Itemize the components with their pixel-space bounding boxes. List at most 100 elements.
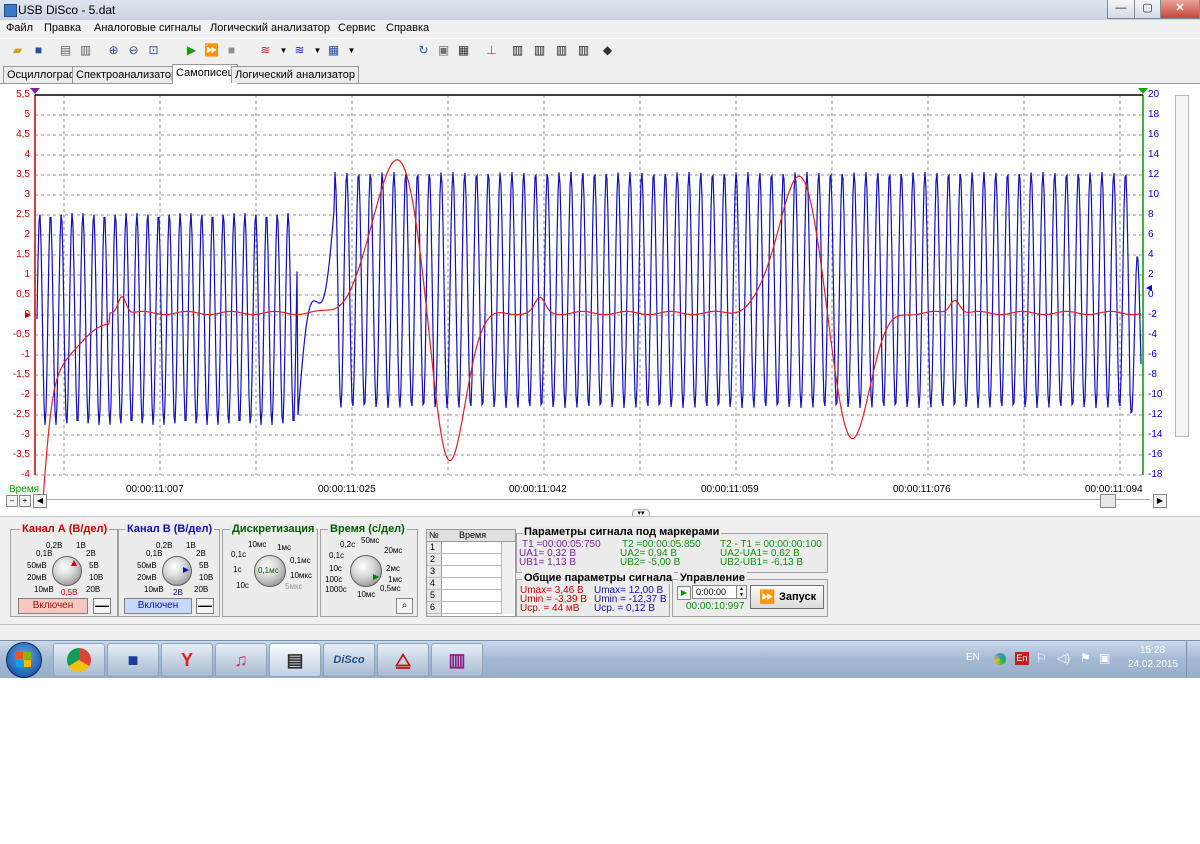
channel-b-wave-icon[interactable]: ≋ bbox=[292, 43, 307, 58]
table-row[interactable]: 2 bbox=[427, 554, 501, 566]
network-globe-icon[interactable] bbox=[994, 653, 1006, 665]
zoom-fit-icon[interactable]: ⊡ bbox=[146, 43, 161, 58]
row-number: 4 bbox=[430, 578, 436, 588]
marker-t1-icon[interactable] bbox=[30, 88, 40, 94]
minimize-button[interactable]: — bbox=[1107, 0, 1135, 19]
keyboard-layout-icon[interactable]: En bbox=[1015, 652, 1029, 665]
horizontal-scrollbar[interactable]: – + ◀ ▶ bbox=[6, 493, 1167, 508]
clock-date[interactable]: 24.02.2015 bbox=[1128, 659, 1178, 670]
fast-forward-icon[interactable]: ⏩ bbox=[204, 43, 219, 58]
scroll-right-button[interactable]: ▶ bbox=[1153, 494, 1167, 508]
tab-oscilloscope[interactable]: Осциллограф bbox=[3, 66, 82, 83]
table-row[interactable]: 1 bbox=[427, 542, 501, 554]
winrar-icon[interactable]: ▥ bbox=[431, 643, 483, 677]
show-desktop-button[interactable] bbox=[1186, 641, 1200, 677]
start-button[interactable]: ⏩ Запуск bbox=[750, 585, 824, 609]
yandex-browser-icon[interactable]: Y bbox=[161, 643, 213, 677]
zoom-search-icon[interactable]: ⌕ bbox=[396, 598, 413, 614]
menu-analog-signals[interactable]: Аналоговые сигналы bbox=[94, 22, 201, 34]
itunes-icon[interactable]: ♫ bbox=[215, 643, 267, 677]
volume-icon[interactable]: ◁) bbox=[1057, 651, 1070, 665]
timer-toggle-icon[interactable]: ▶ bbox=[677, 586, 691, 600]
close-button[interactable]: ✕ bbox=[1160, 0, 1200, 19]
action-center-icon[interactable]: ⚐ bbox=[1036, 651, 1047, 665]
menu-help[interactable]: Справка bbox=[386, 22, 429, 34]
timer-spinner[interactable]: ▲ ▼ bbox=[736, 585, 747, 599]
chevron-down-icon[interactable]: ▼ bbox=[276, 43, 291, 58]
channel-b-zero-marker-icon[interactable] bbox=[1146, 285, 1152, 291]
general-params-title: Общие параметры сигнала bbox=[522, 572, 675, 584]
channel-a-knob[interactable] bbox=[52, 556, 82, 586]
screenshot-icon[interactable]: ▣ bbox=[436, 43, 451, 58]
knob-label: 1000с bbox=[325, 585, 347, 594]
terminal-app-icon[interactable]: ▤ bbox=[269, 643, 321, 677]
channel-a-enable-button[interactable]: Включен bbox=[18, 598, 88, 614]
refresh-icon[interactable]: ↻ bbox=[416, 43, 431, 58]
table-row[interactable]: 3 bbox=[427, 566, 501, 578]
chevron-down-icon[interactable]: ▼ bbox=[310, 43, 325, 58]
timebase-knob[interactable] bbox=[350, 555, 382, 587]
logic-channel-1-icon[interactable]: ▥ bbox=[510, 43, 525, 58]
flag-icon[interactable]: ⚑ bbox=[1080, 651, 1091, 665]
clock-time[interactable]: 15:28 bbox=[1140, 645, 1165, 656]
table-row[interactable]: 6 bbox=[427, 602, 501, 614]
scroll-track[interactable] bbox=[47, 499, 1150, 500]
tab-spectrum-analyzer[interactable]: Спектроанализатор bbox=[72, 66, 182, 83]
channel-b-knob[interactable] bbox=[162, 556, 192, 586]
disco-app-icon[interactable]: DiSco bbox=[323, 643, 375, 677]
play-icon[interactable]: ▶ bbox=[184, 43, 199, 58]
scroll-thumb[interactable] bbox=[1100, 494, 1116, 508]
zoom-in-icon[interactable]: ⊕ bbox=[106, 43, 121, 58]
marker-t2-icon[interactable] bbox=[1138, 88, 1148, 94]
knob-label: 50мВ bbox=[137, 561, 157, 570]
channel-b-enable-button[interactable]: Включен bbox=[124, 598, 192, 614]
zoom-out-icon[interactable]: ⊖ bbox=[126, 43, 141, 58]
stop-icon[interactable]: ■ bbox=[224, 43, 239, 58]
logic-channel-3-icon[interactable]: ▥ bbox=[554, 43, 569, 58]
pdf-reader-icon[interactable]: ⧋ bbox=[377, 643, 429, 677]
timer-input[interactable]: 0:00:00 bbox=[692, 585, 741, 599]
start-button[interactable] bbox=[6, 642, 42, 678]
marker-table[interactable]: № Время 1 2 3 4 5 6 bbox=[426, 529, 516, 617]
chevron-down-icon[interactable]: ▼ bbox=[344, 43, 359, 58]
tab-logic-analyzer[interactable]: Логический анализатор bbox=[231, 66, 359, 83]
calculator-icon[interactable]: ▦ bbox=[326, 43, 341, 58]
zoom-in-time-button[interactable]: + bbox=[19, 495, 31, 507]
table-row[interactable]: 5 bbox=[427, 590, 501, 602]
menu-edit[interactable]: Правка bbox=[44, 22, 81, 34]
table-row[interactable]: 4 bbox=[427, 578, 501, 590]
language-indicator[interactable]: EN bbox=[966, 652, 980, 663]
tab-bar: Осциллограф Спектроанализатор Самописец … bbox=[0, 63, 1200, 84]
channel-b-invert-button[interactable]: — bbox=[196, 598, 214, 614]
waveform-plot[interactable] bbox=[0, 84, 1200, 504]
logic-channel-2-icon[interactable]: ▥ bbox=[532, 43, 547, 58]
scroll-left-button[interactable]: ◀ bbox=[33, 494, 47, 508]
channel-a-zero-marker-icon[interactable] bbox=[25, 312, 31, 318]
print-preview-icon[interactable]: ▤ bbox=[58, 43, 73, 58]
logic-channel-4-icon[interactable]: ▥ bbox=[576, 43, 591, 58]
vertical-scrollbar[interactable] bbox=[1175, 95, 1189, 437]
channel-a-invert-button[interactable]: — bbox=[93, 598, 111, 614]
print-icon[interactable]: ▥ bbox=[78, 43, 93, 58]
usb-device-icon[interactable]: ▣ bbox=[1099, 651, 1110, 665]
menu-logic-analyzer[interactable]: Логический анализатор bbox=[210, 22, 330, 34]
eraser-icon[interactable]: ◆ bbox=[600, 43, 615, 58]
menu-file[interactable]: Файл bbox=[6, 22, 33, 34]
tab-recorder[interactable]: Самописец bbox=[172, 64, 238, 84]
menu-service[interactable]: Сервис bbox=[338, 22, 376, 34]
channel-a-wave-icon[interactable]: ≋ bbox=[258, 43, 273, 58]
chrome-icon[interactable] bbox=[53, 643, 105, 677]
dub-value: UB2-UB1= -6,13 В bbox=[720, 557, 804, 568]
marker-icon[interactable]: ⊥ bbox=[484, 43, 499, 58]
maximize-button[interactable]: ▢ bbox=[1134, 0, 1161, 19]
table-icon[interactable]: ▦ bbox=[456, 43, 471, 58]
open-icon[interactable]: ▰ bbox=[10, 43, 25, 58]
channel-b-value: 2В bbox=[173, 588, 183, 597]
table-scrollbar[interactable] bbox=[501, 542, 514, 614]
floppy-save-icon[interactable]: ■ bbox=[107, 643, 159, 677]
knob-label: 20мс bbox=[384, 546, 403, 555]
window-title: USB DiSco - 5.dat bbox=[18, 3, 116, 17]
zoom-out-time-button[interactable]: – bbox=[6, 495, 18, 507]
save-icon[interactable]: ■ bbox=[31, 43, 46, 58]
knob-label: 10мс bbox=[357, 590, 376, 599]
